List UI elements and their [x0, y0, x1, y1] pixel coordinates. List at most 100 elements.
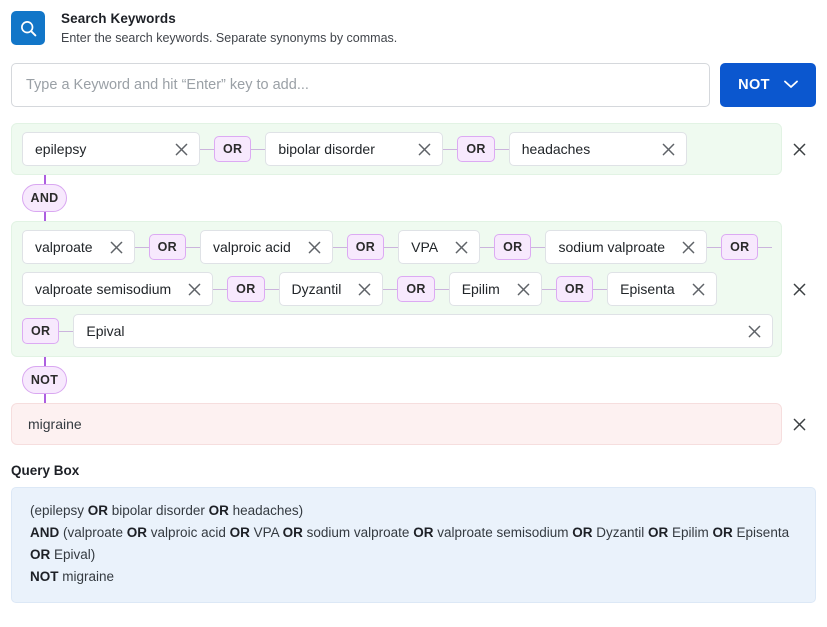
keyword-chip[interactable]: VPA	[398, 230, 481, 264]
connector-line	[251, 148, 266, 150]
query-operator: OR	[712, 525, 733, 540]
remove-keyword-icon[interactable]	[417, 142, 432, 157]
keyword-chip-label: valproate semisodium	[35, 281, 172, 297]
connector-line	[185, 246, 200, 248]
chevron-down-icon	[784, 77, 798, 93]
header-text: Search Keywords Enter the search keyword…	[61, 10, 397, 46]
remove-keyword-icon[interactable]	[307, 240, 322, 255]
connector-line	[44, 175, 46, 184]
query-term: (epilepsy	[30, 503, 88, 518]
keyword-input-row: NOT	[11, 63, 816, 107]
operator-pill[interactable]: OR	[346, 234, 385, 260]
connector-line	[200, 148, 214, 150]
keyword-chip-label: headaches	[521, 141, 591, 157]
keyword-chip-label: valproic acid	[212, 239, 291, 255]
operator-pill[interactable]: OR	[721, 234, 759, 260]
junction-operator-pill[interactable]: AND	[22, 184, 67, 212]
query-operator: OR	[648, 525, 669, 540]
connector-line	[134, 246, 149, 248]
connector-line	[59, 330, 74, 332]
keyword-chip[interactable]: Dyzantil	[278, 272, 384, 306]
exclude-keyword-label: migraine	[28, 416, 82, 432]
exclude-group: migraine	[11, 403, 816, 445]
remove-keyword-icon[interactable]	[691, 282, 706, 297]
connector-line	[213, 288, 228, 290]
operator-pill[interactable]: OR	[227, 276, 265, 302]
query-operator: OR	[208, 503, 229, 518]
keyword-chip[interactable]: sodium valproate	[545, 230, 708, 264]
remove-keyword-icon[interactable]	[747, 324, 762, 339]
delete-group-button[interactable]	[782, 142, 816, 157]
operator-pill[interactable]: OR	[555, 276, 594, 302]
page-title: Search Keywords	[61, 11, 176, 26]
query-box: (epilepsy OR bipolar disorder OR headach…	[11, 487, 816, 603]
query-line: NOT migraine	[30, 566, 799, 588]
query-operator: OR	[126, 525, 148, 540]
remove-keyword-icon[interactable]	[661, 142, 676, 157]
exclude-group-panel[interactable]: migraine	[11, 403, 782, 445]
remove-keyword-icon[interactable]	[109, 240, 124, 255]
query-operator: AND	[30, 525, 60, 540]
keyword-chip[interactable]: Epilim	[448, 272, 542, 306]
query-term: Epival)	[50, 547, 96, 562]
query-term: valproic acid	[147, 525, 230, 540]
remove-keyword-icon[interactable]	[681, 240, 696, 255]
keyword-chip[interactable]: valproic acid	[199, 230, 333, 264]
operator-pill[interactable]: OR	[457, 136, 495, 162]
query-line: (epilepsy OR bipolar disorder OR headach…	[30, 500, 799, 522]
query-operator: OR	[572, 525, 593, 540]
connector-line	[480, 246, 495, 248]
query-term: migraine	[58, 569, 115, 584]
operator-pill[interactable]: OR	[22, 318, 60, 344]
query-operator: OR	[413, 525, 434, 540]
keyword-chip[interactable]: bipolar disorder	[265, 132, 444, 166]
keyword-chip-label: Episenta	[620, 281, 675, 297]
keyword-group-panel: valproate OR valproic acid OR VPA OR sodium va…	[11, 221, 782, 357]
keyword-chip[interactable]: headaches	[508, 132, 687, 166]
keyword-chip[interactable]: Epival	[73, 314, 773, 348]
query-operator: OR	[87, 503, 109, 518]
connector-line	[593, 288, 608, 290]
keyword-group: epilepsy OR bipolar disorder OR headaches	[11, 123, 816, 175]
remove-keyword-icon[interactable]	[357, 282, 372, 297]
keyword-chip[interactable]: valproate semisodium	[22, 272, 214, 306]
remove-keyword-icon[interactable]	[187, 282, 202, 297]
remove-keyword-icon[interactable]	[516, 282, 531, 297]
connector-line	[384, 246, 399, 248]
keyword-chip[interactable]: Episenta	[607, 272, 717, 306]
keyword-chip-label: VPA	[411, 239, 439, 255]
connector-line	[758, 246, 773, 248]
connector-line	[44, 212, 46, 221]
delete-group-button[interactable]	[782, 417, 816, 432]
search-builder-page: Search Keywords Enter the search keyword…	[0, 0, 827, 627]
connector-line	[434, 288, 449, 290]
connector-line	[44, 357, 46, 366]
operator-pill[interactable]: OR	[494, 234, 532, 260]
keyword-chip[interactable]: valproate	[22, 230, 135, 264]
search-input[interactable]	[11, 63, 710, 107]
connector-line	[494, 148, 509, 150]
keyword-chip[interactable]: epilepsy	[22, 132, 200, 166]
delete-group-button[interactable]	[782, 282, 816, 297]
keyword-row: epilepsy OR bipolar disorder OR headaches	[22, 132, 773, 166]
connector-line	[264, 288, 279, 290]
operator-pill[interactable]: OR	[397, 276, 435, 302]
connector-line	[44, 394, 46, 403]
query-term: VPA	[249, 525, 283, 540]
keyword-group-panel: epilepsy OR bipolar disorder OR headaches	[11, 123, 782, 175]
connector-line	[541, 288, 556, 290]
query-operator: NOT	[30, 569, 59, 584]
keyword-row: valproate semisodium OR Dyzantil OR Epilim OR…	[22, 272, 773, 306]
connector-line	[531, 246, 546, 248]
header: Search Keywords Enter the search keyword…	[0, 0, 827, 46]
remove-keyword-icon[interactable]	[174, 142, 189, 157]
junction-and: AND	[11, 175, 816, 221]
operator-pill[interactable]: OR	[148, 234, 186, 260]
operator-select-button[interactable]: NOT	[720, 63, 816, 107]
page-subtitle: Enter the search keywords. Separate syno…	[61, 31, 398, 45]
junction-operator-pill[interactable]: NOT	[22, 366, 67, 394]
operator-pill[interactable]: OR	[214, 136, 252, 162]
remove-keyword-icon[interactable]	[454, 240, 469, 255]
connector-line	[383, 288, 398, 290]
query-term: sodium valproate	[302, 525, 414, 540]
